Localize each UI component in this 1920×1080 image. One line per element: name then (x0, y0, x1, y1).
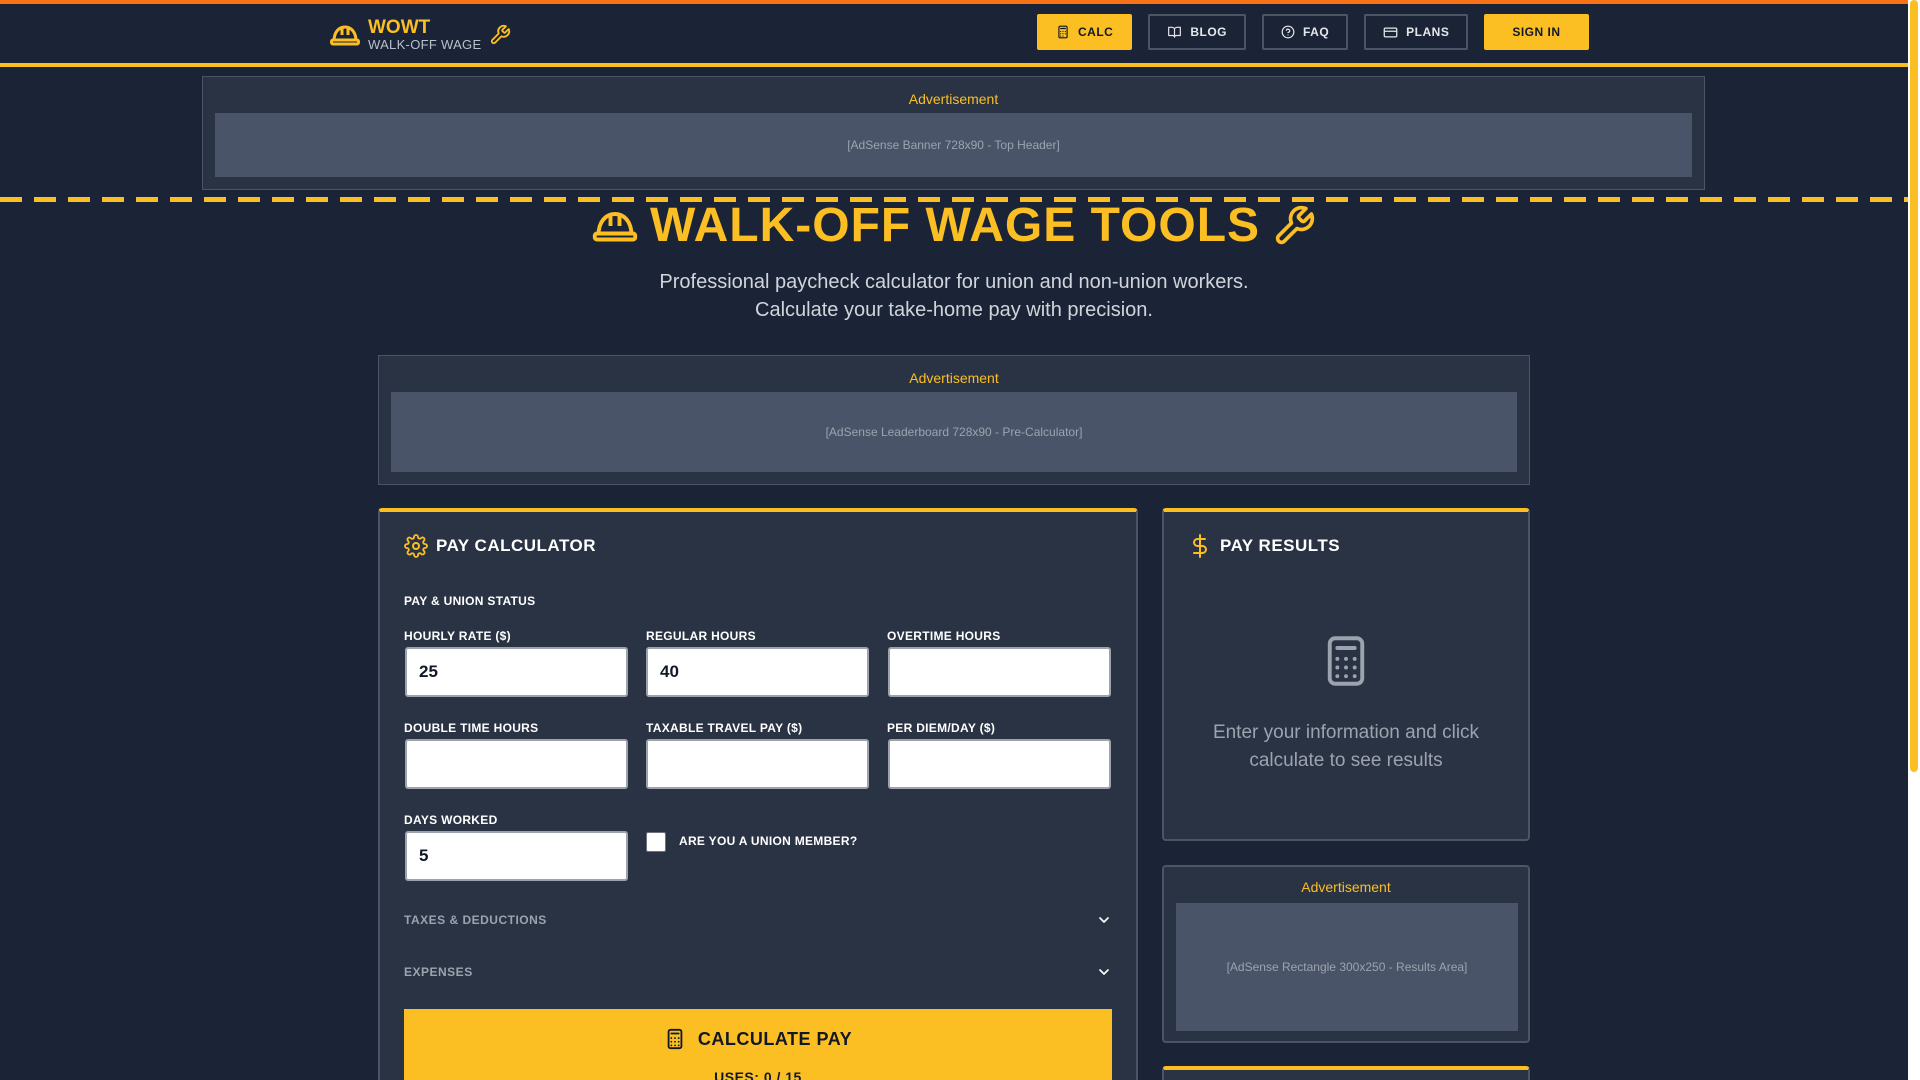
hourly-rate-input[interactable] (405, 647, 628, 697)
taxes-deductions-label: TAXES & DEDUCTIONS (404, 913, 547, 927)
calculator-icon (1058, 25, 1068, 39)
hero-title-row: WALK-OFF WAGE TOOLS (0, 198, 1908, 253)
results-ad-container: Advertisement [AdSense Rectangle 300x250… (1162, 865, 1530, 1043)
pay-calculator-title: PAY CALCULATOR (436, 536, 597, 555)
taxable-travel-pay-input[interactable] (646, 739, 869, 789)
dollar-sign-icon (1193, 534, 1207, 558)
union-member-label[interactable]: ARE YOU A UNION MEMBER? (679, 834, 857, 848)
usage-counter: USES: 0 / 15 (714, 1069, 802, 1080)
nav-faq-button[interactable]: FAQ (1262, 14, 1349, 50)
hard-hat-icon (330, 24, 360, 45)
taxable-travel-pay-label: TAXABLE TRAVEL PAY ($) (646, 721, 803, 735)
pay-results-panel: PAY RESULTS Enter your information and c… (1162, 508, 1530, 841)
days-worked-label: DAYS WORKED (404, 813, 498, 827)
expenses-label: EXPENSES (404, 965, 473, 979)
book-open-icon (1168, 26, 1182, 38)
results-empty-state: Enter your information and click calcula… (1164, 630, 1528, 775)
regular-hours-input[interactable] (646, 647, 869, 697)
hero-subtitle-line-1: Professional paycheck calculator for uni… (659, 271, 1249, 293)
results-empty-line-2: calculate to see results (1249, 750, 1443, 771)
brand-subtitle: WALK-OFF WAGE (368, 37, 482, 52)
ad-slot-leaderboard[interactable]: [AdSense Leaderboard 728x90 - Pre-Calcul… (391, 392, 1517, 472)
results-empty-line-1: Enter your information and click (1212, 722, 1480, 743)
chevron-down-icon (1099, 969, 1109, 975)
settings-gear-icon (404, 534, 428, 558)
nav-blog-label: BLOG (1190, 25, 1227, 39)
pre-calculator-ad-container: Advertisement [AdSense Leaderboard 728x9… (378, 355, 1530, 485)
regular-hours-label: REGULAR HOURS (646, 629, 756, 643)
help-circle-icon (1281, 25, 1295, 39)
ad-label: Advertisement (909, 370, 999, 386)
pay-calculator-header: PAY CALCULATOR (404, 534, 596, 558)
nav-blog-button[interactable]: BLOG (1148, 14, 1246, 50)
top-navbar: WOWT WALK-OFF WAGE CALC BLOG FAQ PLANS S… (0, 0, 1908, 67)
calculator-icon (667, 1028, 683, 1050)
app: WOWT WALK-OFF WAGE CALC BLOG FAQ PLANS S… (0, 0, 1908, 1080)
hard-hat-icon (592, 211, 638, 241)
pay-results-title: PAY RESULTS (1220, 536, 1341, 555)
ad-slot-top-banner[interactable]: [AdSense Banner 728x90 - Top Header] (215, 113, 1692, 177)
per-diem-input[interactable] (888, 739, 1111, 789)
brand-title: WOWT (368, 17, 431, 38)
calculate-pay-button[interactable]: CALCULATE PAY USES: 0 / 15 (404, 1009, 1112, 1080)
union-member-checkbox[interactable] (646, 832, 666, 852)
overtime-hours-input[interactable] (888, 647, 1111, 697)
page-scrollbar[interactable] (1908, 0, 1920, 1080)
hero-subtitle-line-2: Calculate your take-home pay with precis… (755, 299, 1153, 321)
wrench-icon (1275, 205, 1315, 244)
next-panel-peek (1162, 1066, 1530, 1080)
nav-plans-label: PLANS (1406, 25, 1450, 39)
main-nav: CALC BLOG FAQ PLANS SIGN IN (1037, 14, 1589, 50)
wrench-icon (491, 24, 511, 44)
sign-in-label: SIGN IN (1512, 25, 1561, 39)
double-time-hours-input[interactable] (405, 739, 628, 789)
chevron-down-icon (1099, 917, 1109, 923)
double-time-hours-label: DOUBLE TIME HOURS (404, 721, 539, 735)
top-ad-container: Advertisement [AdSense Banner 728x90 - T… (202, 76, 1705, 190)
taxes-deductions-toggle[interactable]: TAXES & DEDUCTIONS (404, 909, 1112, 931)
brand-logo-link[interactable]: WOWT WALK-OFF WAGE (330, 18, 511, 51)
nav-faq-label: FAQ (1303, 25, 1330, 39)
per-diem-label: PER DIEM/DAY ($) (887, 721, 996, 735)
calculator-icon (1327, 636, 1365, 686)
calculate-pay-label: CALCULATE PAY (697, 1028, 853, 1049)
ad-label: Advertisement (1301, 879, 1391, 895)
days-worked-input[interactable] (405, 831, 628, 881)
nav-plans-button[interactable]: PLANS (1364, 14, 1469, 50)
credit-card-icon (1383, 27, 1398, 37)
overtime-hours-label: OVERTIME HOURS (887, 629, 1001, 643)
pay-results-header: PAY RESULTS (1188, 534, 1340, 558)
nav-calc-button[interactable]: CALC (1037, 14, 1133, 50)
ad-label: Advertisement (908, 91, 999, 107)
hourly-rate-label: HOURLY RATE ($) (404, 629, 511, 643)
pay-calculator-panel: PAY CALCULATOR PAY & UNION STATUS HOURLY… (378, 508, 1138, 1080)
nav-calc-label: CALC (1078, 25, 1114, 39)
expenses-toggle[interactable]: EXPENSES (404, 961, 1112, 983)
pay-union-status-heading: PAY & UNION STATUS (404, 594, 536, 608)
sign-in-button[interactable]: SIGN IN (1484, 14, 1589, 50)
page-title: WALK-OFF WAGE TOOLS (649, 199, 1261, 252)
scrollbar-thumb[interactable] (1910, 0, 1918, 772)
hero-subtitle: Professional paycheck calculator for uni… (0, 268, 1908, 324)
ad-slot-rectangle[interactable]: [AdSense Rectangle 300x250 - Results Are… (1176, 903, 1518, 1031)
